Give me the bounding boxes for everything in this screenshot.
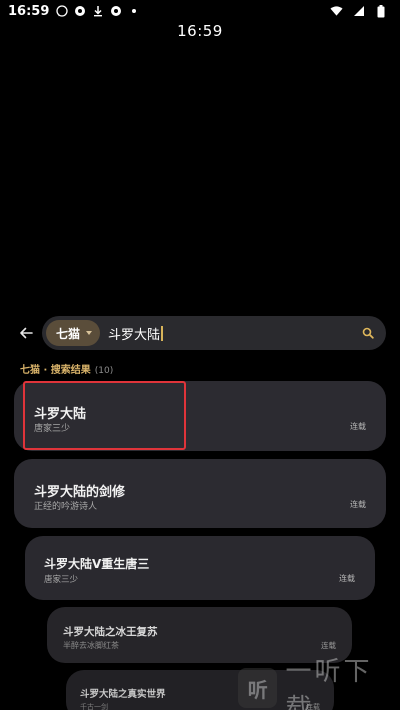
book-title: 斗罗大陆 <box>34 407 87 422</box>
status-bar: 16:59 <box>0 0 400 22</box>
search-icon <box>362 327 374 339</box>
result-card[interactable]: 斗罗大陆的剑修 正经的吟游诗人 连载 <box>14 459 386 528</box>
dot-icon <box>127 5 140 18</box>
signal-icon <box>352 5 365 18</box>
search-row: 七猫 斗罗大陆 <box>14 316 386 350</box>
clock: 16:59 <box>177 22 223 40</box>
book-author: 正经的吟游诗人 <box>34 502 98 512</box>
watermark-text: 一听下载 <box>285 657 373 710</box>
status-right-icons <box>330 4 392 18</box>
search-input[interactable]: 斗罗大陆 <box>108 324 358 343</box>
book-title: 斗罗大陆之真实世界 <box>80 689 166 700</box>
book-status: 连载 <box>350 422 366 431</box>
app-icon <box>73 5 86 18</box>
book-author: 唐家三少 <box>34 424 71 434</box>
results-label: 七猫 · 搜索结果 <box>20 365 91 376</box>
book-title: 斗罗大陆之冰王复苏 <box>63 626 158 638</box>
book-status: 连载 <box>321 641 336 650</box>
result-card[interactable]: 斗罗大陆 唐家三少 连载 <box>14 381 386 451</box>
watermark-logo: 听 <box>238 668 278 708</box>
results-count: (10) <box>94 366 114 376</box>
watermark: 听 一听下载 <box>238 657 400 710</box>
search-query: 斗罗大陆 <box>108 327 161 343</box>
app-icon <box>109 5 122 18</box>
download-icon <box>91 5 104 18</box>
book-status: 连载 <box>350 500 366 509</box>
results-header: 七猫 · 搜索结果 (10) <box>20 361 113 376</box>
book-author: 唐家三少 <box>44 575 79 585</box>
back-button[interactable] <box>14 321 38 345</box>
source-label: 七猫 <box>56 326 81 341</box>
caret-down-icon <box>86 331 93 335</box>
screen: 16:59 16:59 七猫 斗罗大陆 七猫 · 搜索结果 (10) 斗罗大陆 … <box>0 0 400 710</box>
result-card[interactable]: 斗罗大陆V重生唐三 唐家三少 连载 <box>25 536 375 600</box>
whatsapp-icon <box>55 5 68 18</box>
battery-icon <box>374 4 387 18</box>
wifi-icon <box>330 5 343 18</box>
arrow-left-icon <box>20 327 33 339</box>
source-selector[interactable]: 七猫 <box>46 320 101 346</box>
book-title: 斗罗大陆V重生唐三 <box>44 557 150 571</box>
book-author: 半醉去冰脚红茶 <box>63 641 119 650</box>
search-button[interactable] <box>358 323 378 343</box>
book-status: 连载 <box>339 574 355 583</box>
search-box: 七猫 斗罗大陆 <box>42 316 386 350</box>
text-cursor <box>161 325 163 341</box>
status-time: 16:59 <box>8 3 50 19</box>
book-title: 斗罗大陆的剑修 <box>34 485 126 500</box>
book-author: 千古一剑 <box>80 703 108 710</box>
